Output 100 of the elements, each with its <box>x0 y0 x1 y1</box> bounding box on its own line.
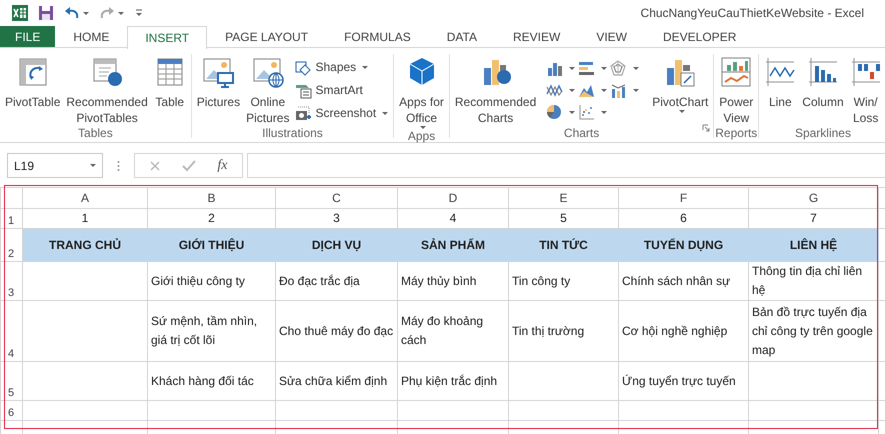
cell-reference: L19 <box>14 158 34 174</box>
bar-chart-icon[interactable] <box>578 60 596 76</box>
redo-icon[interactable] <box>99 5 115 21</box>
ribbon-button[interactable]: Win/ Loss <box>848 54 884 126</box>
heading-cell: LIÊN HỆ <box>748 228 878 262</box>
ribbon-button[interactable]: Shapes <box>293 56 390 78</box>
table-cell: Máy đo khoảng cách <box>398 300 508 362</box>
pie-chart-icon[interactable] <box>546 104 564 120</box>
table-cell: Khách hàng đối tác <box>148 362 276 400</box>
ribbon-button[interactable]: Apps for Office <box>397 54 446 129</box>
pivot-table-icon <box>16 56 49 88</box>
caret-icon <box>569 66 576 70</box>
heading-cell: SẢN PHẨM <box>398 228 508 262</box>
table-cell: Máy thủy bình <box>398 262 508 300</box>
ribbon-button[interactable]: Power View <box>717 54 756 126</box>
table-cell: Phụ kiện trắc định <box>398 362 508 400</box>
table-cell: Bản đồ trực tuyến địa chỉ công ty trên google map <box>748 300 878 362</box>
spreadsheet-icon[interactable] <box>12 5 28 21</box>
column-header[interactable]: B <box>148 188 276 208</box>
dialog-launcher-icon[interactable] <box>702 124 710 132</box>
group-label: Tables <box>78 126 113 140</box>
table-help-icon <box>91 56 124 88</box>
dashboard-icon <box>720 56 752 88</box>
table-cell: Tin công ty <box>508 262 618 300</box>
column-header[interactable]: D <box>398 188 508 208</box>
table-cell: Ứng tuyển trực tuyến <box>618 362 748 400</box>
row-header[interactable]: 6 <box>0 400 22 420</box>
column-header[interactable]: C <box>276 188 398 208</box>
shapes-icon <box>295 58 312 76</box>
ribbon-button[interactable]: Recommended Charts <box>452 54 538 126</box>
ribbon-button[interactable]: Recommended PivotTables <box>64 54 150 126</box>
caret-icon <box>601 88 608 92</box>
ribbon-tab[interactable]: DATA <box>428 26 495 47</box>
ribbon-tab[interactable]: HOME <box>55 26 128 47</box>
table-cell: Cho thuê máy đo đạc <box>276 300 398 362</box>
heading-cell: TRANG CHỦ <box>22 228 148 262</box>
scatter-chart-icon[interactable] <box>578 104 596 120</box>
heading-cell: DỊCH VỤ <box>276 228 398 262</box>
column-sparkline-icon <box>806 56 839 88</box>
ribbon-button[interactable]: Column <box>800 54 846 126</box>
table-cell: Chính sách nhân sự <box>618 262 748 300</box>
group-label: Charts <box>564 126 600 140</box>
ribbon-tab[interactable]: PAGE LAYOUT <box>207 26 326 47</box>
table-cell: Thông tin địa chỉ liên hệ <box>748 262 878 300</box>
caret-icon <box>633 88 640 92</box>
customize-icon[interactable] <box>134 8 144 18</box>
ribbon-tab[interactable]: REVIEW <box>494 26 578 47</box>
ribbon-button[interactable]: PivotTable <box>3 54 62 126</box>
undo-icon[interactable] <box>64 5 80 21</box>
row-header[interactable]: 3 <box>0 262 22 300</box>
group-label: Illustrations <box>262 126 323 140</box>
ribbon-button[interactable]: Line <box>762 54 798 126</box>
ribbon-button[interactable]: Pictures <box>194 54 242 126</box>
column-header[interactable]: F <box>618 188 748 208</box>
heading-cell: TIN TỨC <box>508 228 618 262</box>
ribbon-tab[interactable]: INSERT <box>127 26 208 49</box>
column-header[interactable]: G <box>748 188 878 208</box>
name-box[interactable]: L19 <box>7 153 103 178</box>
row-header[interactable]: 4 <box>0 300 22 362</box>
ribbon-tab[interactable]: VIEW <box>578 26 645 47</box>
table-cell: Sửa chữa kiểm định <box>276 362 398 400</box>
row-header[interactable]: 5 <box>0 362 22 400</box>
group-label: Sparklines <box>794 126 851 140</box>
ribbon-button[interactable]: Screenshot <box>293 102 390 124</box>
caret-icon <box>633 66 640 70</box>
picture-icon <box>202 56 234 88</box>
ribbon-tab[interactable]: FORMULAS <box>326 26 429 47</box>
column-header[interactable]: A <box>22 188 148 208</box>
file-tab[interactable]: FILE <box>0 26 56 47</box>
table-cell: Sứ mệnh, tầm nhìn, giá trị cốt lõi <box>148 300 276 362</box>
formula-field[interactable] <box>247 153 885 178</box>
check-icon[interactable] <box>182 160 196 172</box>
ribbon-button[interactable]: SmartArt <box>293 79 390 101</box>
caret-icon <box>118 12 124 14</box>
combo-chart-icon[interactable] <box>610 82 628 98</box>
caret-icon[interactable] <box>90 164 96 167</box>
ribbon-tab[interactable]: DEVELOPER <box>645 26 754 47</box>
table-cell: Cơ hội nghề nghiệp <box>618 300 748 362</box>
radar-chart-icon[interactable] <box>610 60 628 76</box>
table-cell: Đo đạc trắc địa <box>276 262 398 300</box>
win-loss-sparkline-icon <box>850 56 882 88</box>
caret-icon <box>601 110 608 114</box>
column-header[interactable]: E <box>508 188 618 208</box>
group-label: Apps <box>408 129 436 143</box>
insert-function-button[interactable]: fx <box>217 155 228 176</box>
group-label: Reports <box>715 126 758 140</box>
row-header[interactable]: 1 <box>0 208 22 228</box>
ribbon-button[interactable]: Table <box>152 54 188 126</box>
save-icon[interactable] <box>38 5 54 21</box>
table-cell: Tin thị trường <box>508 300 618 362</box>
caret-icon <box>601 66 608 70</box>
heading-cell: GIỚI THIỆU <box>148 228 276 262</box>
caret-icon <box>569 88 576 92</box>
line-chart-icon[interactable] <box>546 82 564 98</box>
grip-icon[interactable] <box>117 160 120 172</box>
caret-icon <box>83 12 89 14</box>
ribbon-button[interactable]: PivotChart <box>650 54 710 126</box>
ribbon-button[interactable]: Online Pictures <box>244 54 292 126</box>
line-sparkline-icon <box>764 56 796 88</box>
window-title: ChucNangYeuCauThietKeWebsite - Excel <box>640 5 865 22</box>
